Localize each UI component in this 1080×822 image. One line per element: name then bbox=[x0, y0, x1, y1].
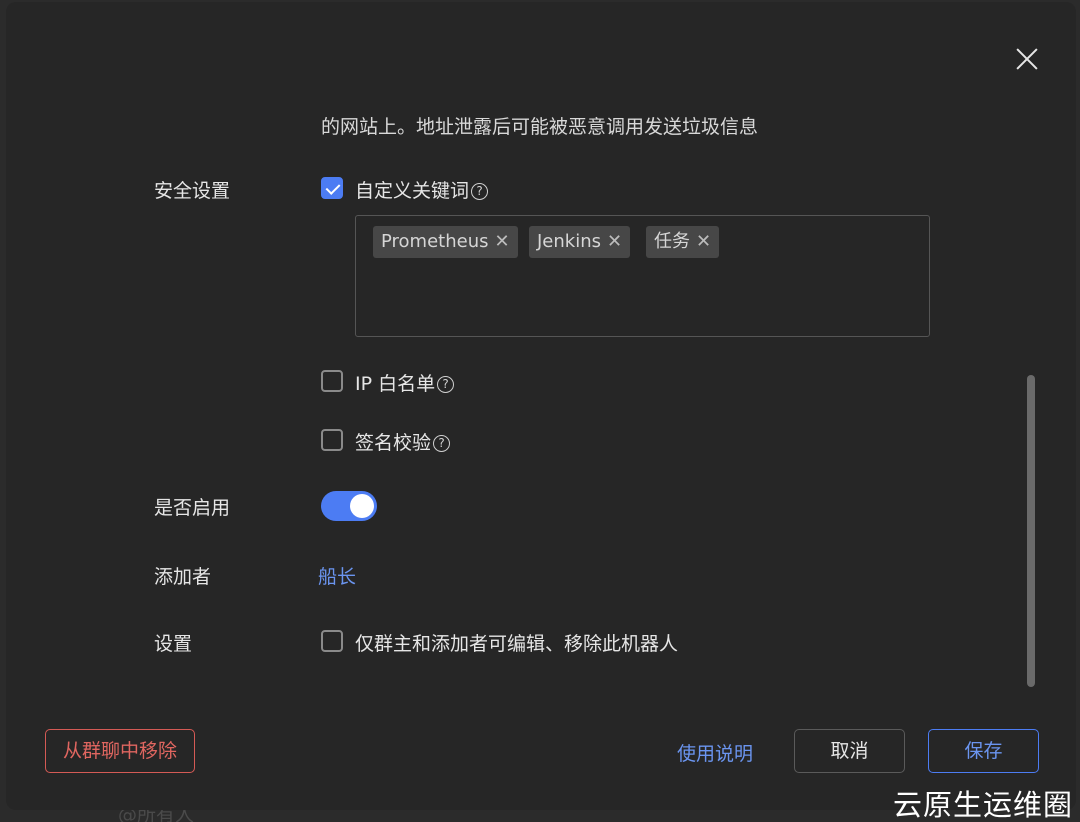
settings-label: 设置 bbox=[154, 633, 193, 655]
save-button[interactable]: 保存 bbox=[928, 729, 1039, 773]
x-icon[interactable]: ✕ bbox=[696, 226, 711, 258]
x-icon[interactable]: ✕ bbox=[495, 226, 510, 258]
enabled-toggle[interactable] bbox=[321, 491, 377, 521]
question-circle-icon[interactable]: ? bbox=[437, 376, 455, 393]
remove-from-group-button[interactable]: 从群聊中移除 bbox=[45, 729, 195, 773]
ip-whitelist-option: IP 白名单? bbox=[355, 369, 455, 396]
question-circle-icon[interactable]: ? bbox=[433, 435, 451, 452]
keywords-input[interactable]: Prometheus ✕ Jenkins ✕ 任务 ✕ bbox=[355, 215, 930, 337]
close-icon[interactable] bbox=[1014, 46, 1040, 72]
question-circle-icon[interactable]: ? bbox=[471, 183, 489, 200]
keyword-tag-label: Jenkins bbox=[537, 231, 602, 252]
ip-whitelist-label: IP 白名单 bbox=[355, 373, 436, 395]
ip-whitelist-checkbox[interactable] bbox=[321, 370, 343, 392]
scrollbar[interactable] bbox=[1027, 375, 1035, 687]
cancel-button[interactable]: 取消 bbox=[794, 729, 905, 773]
keyword-tag-label: Prometheus bbox=[381, 231, 489, 252]
keyword-tag: 任务 ✕ bbox=[646, 226, 720, 258]
adder-link[interactable]: 船长 bbox=[318, 562, 356, 589]
signature-label: 签名校验 bbox=[355, 432, 432, 454]
enabled-label: 是否启用 bbox=[154, 497, 231, 519]
watermark-text: 云原生运维圈 bbox=[893, 788, 1074, 822]
webhook-warning-text: 的网站上。地址泄露后可能被恶意调用发送垃圾信息 bbox=[321, 116, 759, 138]
help-link[interactable]: 使用说明 bbox=[677, 739, 753, 766]
keyword-tag-label: 任务 bbox=[654, 231, 690, 252]
custom-keywords-option: 自定义关键词? bbox=[355, 176, 489, 203]
signature-option: 签名校验? bbox=[355, 428, 451, 455]
x-icon[interactable]: ✕ bbox=[607, 226, 622, 258]
toggle-knob bbox=[350, 494, 374, 518]
owner-only-label: 仅群主和添加者可编辑、移除此机器人 bbox=[355, 633, 679, 655]
custom-keywords-checkbox[interactable] bbox=[321, 177, 343, 199]
adder-label: 添加者 bbox=[154, 566, 212, 588]
custom-keywords-label: 自定义关键词 bbox=[355, 180, 470, 202]
signature-checkbox[interactable] bbox=[321, 429, 343, 451]
security-settings-label: 安全设置 bbox=[154, 180, 231, 202]
owner-only-checkbox[interactable] bbox=[321, 630, 343, 652]
keyword-tag: Prometheus ✕ bbox=[373, 226, 518, 258]
keyword-tag: Jenkins ✕ bbox=[529, 226, 631, 258]
